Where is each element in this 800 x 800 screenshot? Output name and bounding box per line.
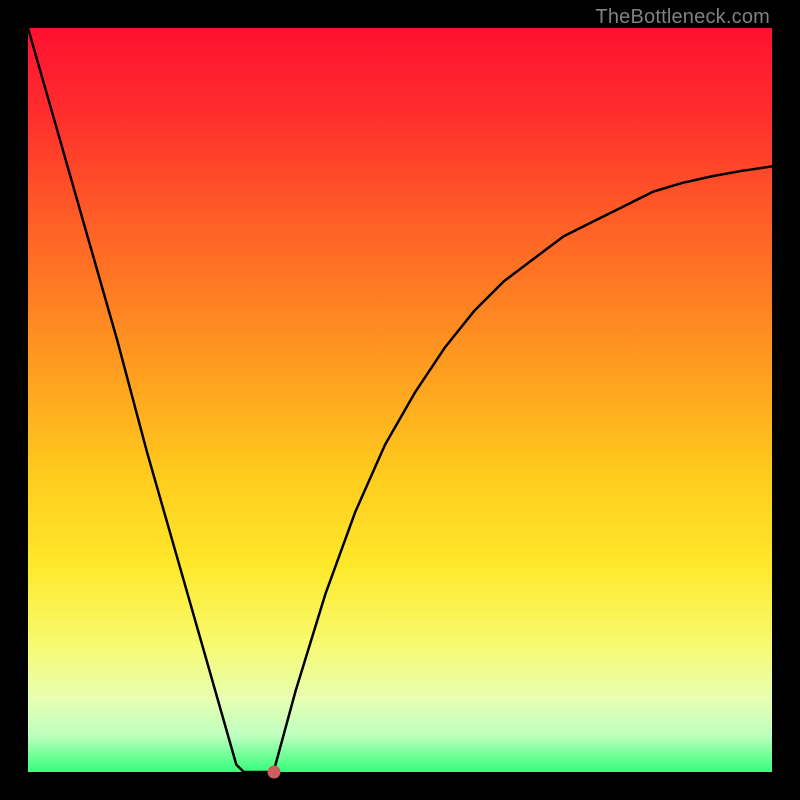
watermark-text: TheBottleneck.com: [595, 6, 770, 29]
chart-curve: [28, 28, 772, 772]
chart-plot-area: [28, 28, 772, 772]
curve-path: [28, 28, 772, 772]
curve-minimum-marker: [267, 766, 280, 779]
